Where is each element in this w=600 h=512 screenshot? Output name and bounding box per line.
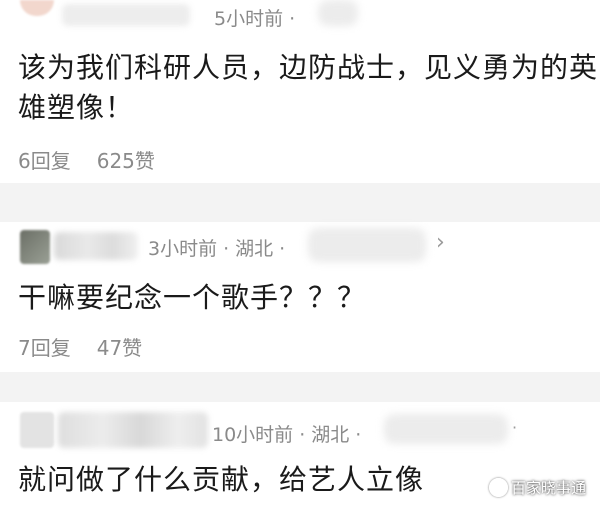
avatar[interactable] [20,230,50,264]
comment-text: 该为我们科研人员，边防战士，见义勇为的英 雄塑像！ [18,48,598,128]
comment-meta: 5小时前 · [214,4,301,31]
watermark-text: 百家晓事通 [510,479,586,497]
ip-redacted [384,414,508,444]
watermark: 百家晓事通 [488,477,586,498]
meta-dot: · [289,8,296,30]
comment-stats: 6回复 625赞 [18,145,155,174]
comment-text-line: 就问做了什么贡献，给艺人立像 [18,463,425,496]
comment-location: 湖北 [311,424,350,446]
username-redacted [62,4,190,26]
comment-text-line: 雄塑像！ [18,91,135,124]
avatar[interactable] [20,412,54,448]
comment-stats: 7回复 47赞 [18,332,142,361]
comment-card[interactable]: 5小时前 · 该为我们科研人员，边防战士，见义勇为的英 雄塑像！ 6回复 625赞 [0,0,600,183]
comment-text: 干嘛要纪念一个歌手？？？ [18,278,366,318]
avatar[interactable] [20,0,54,16]
comment-time: 3小时前 [148,238,218,260]
divider [0,372,600,402]
comment-location: 湖北 [235,238,274,260]
comment-text-line: 该为我们科研人员，边防战士，见义勇为的英 [18,51,599,84]
ip-redacted [308,228,426,262]
comment-meta: 3小时前 · 湖北 · [148,234,291,261]
meta-dot: · [223,238,230,260]
reply-count-link[interactable]: 7回复 [18,336,71,360]
meta-dot: · [299,424,306,446]
meta-dot: · [279,238,286,260]
comment-meta: 10小时前 · 湖北 · [212,420,367,447]
username-redacted [58,412,208,448]
comment-card[interactable]: 3小时前 · 湖北 · › 干嘛要纪念一个歌手？？？ 7回复 47赞 [0,222,600,372]
reply-count-link[interactable]: 6回复 [18,149,71,173]
like-count[interactable]: 625赞 [97,149,155,173]
comment-text: 就问做了什么贡献，给艺人立像 [18,460,424,500]
chevron-right-icon[interactable]: · [512,418,517,437]
divider [0,183,600,222]
comment-time: 10小时前 [212,424,294,446]
ip-redacted [318,0,358,26]
comment-text-line: 干嘛要纪念一个歌手？？？ [18,281,367,314]
username-redacted [54,232,138,260]
like-count[interactable]: 47赞 [97,336,142,360]
comment-time: 5小时前 [214,8,284,30]
meta-dot: · [355,424,362,446]
chevron-right-icon[interactable]: › [436,230,445,255]
brand-logo-icon [488,478,508,497]
